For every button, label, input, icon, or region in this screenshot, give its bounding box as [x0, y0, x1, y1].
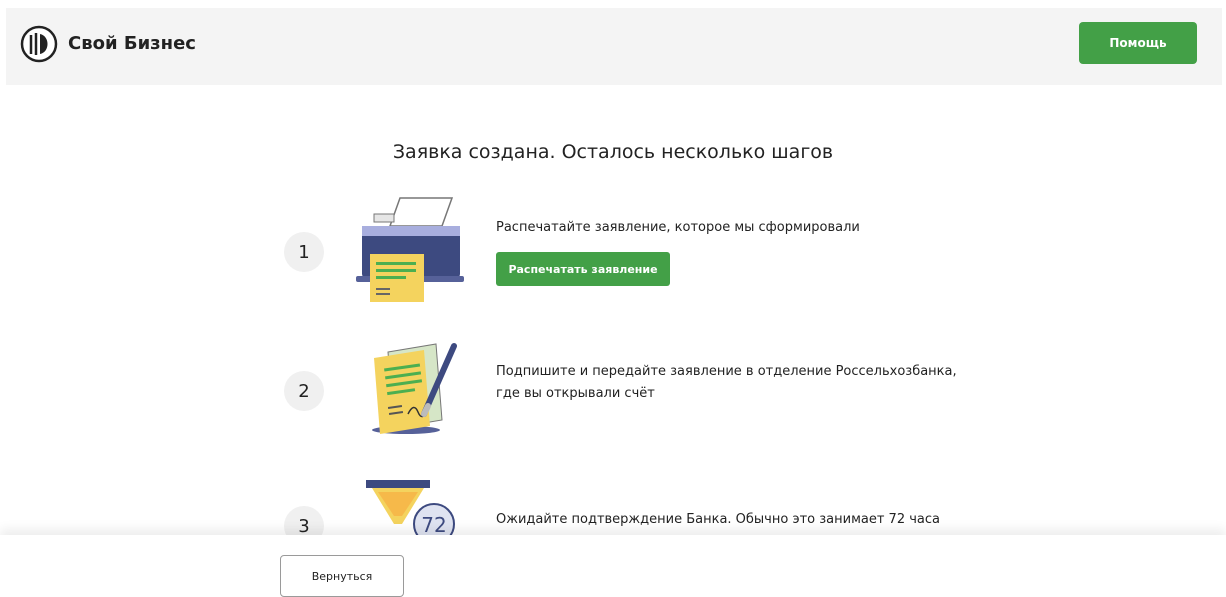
hourglass-badge-text: 72 [421, 513, 446, 537]
help-button[interactable]: Помощь [1079, 22, 1197, 64]
page-title: Заявка создана. Осталось несколько шагов [392, 141, 834, 163]
brand-name[interactable]: Свой Бизнес [68, 33, 196, 54]
step-2-text: Подпишите и передайте заявление в отделе… [496, 361, 957, 405]
step-2-text-line-2: где вы открывали счёт [496, 386, 655, 401]
header: Свой Бизнес Помощь [6, 8, 1222, 85]
printer-icon [356, 197, 464, 302]
step-number-1: 1 [284, 232, 324, 272]
back-button[interactable]: Вернуться [280, 555, 404, 597]
print-application-button[interactable]: Распечатать заявление [496, 252, 670, 286]
step-1-text: Распечатайте заявление, которое мы сформ… [496, 220, 860, 235]
footer: Вернуться [0, 535, 1226, 597]
signed-document-icon [372, 343, 457, 434]
step-2-text-line-1: Подпишите и передайте заявление в отделе… [496, 364, 957, 379]
hourglass-icon: 72 [366, 480, 455, 538]
step-3-text: Ожидайте подтверждение Банка. Обычно это… [496, 512, 940, 527]
bank-logo-icon[interactable] [20, 25, 58, 63]
step-number-2: 2 [284, 371, 324, 411]
